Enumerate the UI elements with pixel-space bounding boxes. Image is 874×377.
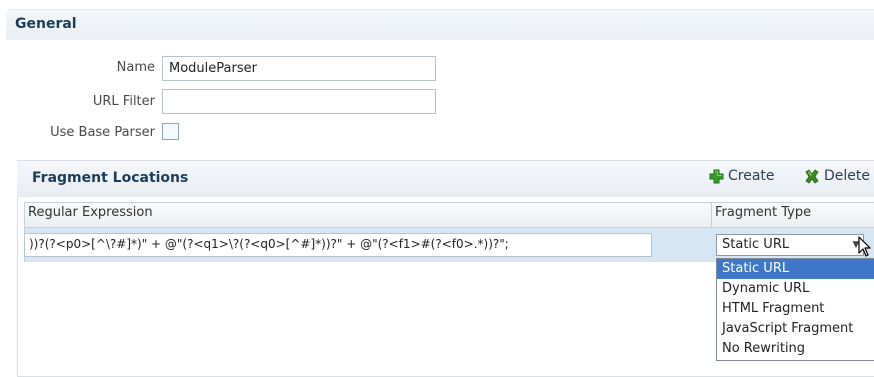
general-section-title: General	[15, 16, 77, 32]
mouse-pointer-icon	[858, 236, 872, 262]
column-header-regular-expression[interactable]: Regular Expression	[28, 205, 153, 220]
column-header-fragment-type[interactable]: Fragment Type	[715, 205, 811, 220]
option-dynamic-url[interactable]: Dynamic URL	[717, 279, 874, 299]
option-html-fragment[interactable]: HTML Fragment	[717, 299, 874, 319]
create-button[interactable]: Create	[709, 167, 775, 185]
plus-icon	[709, 169, 724, 184]
fragment-locations-title: Fragment Locations	[32, 170, 189, 186]
fragment-type-dropdown: Static URL Dynamic URL HTML Fragment Jav…	[716, 258, 874, 361]
option-no-rewriting[interactable]: No Rewriting	[717, 339, 874, 359]
name-field[interactable]	[162, 56, 436, 81]
name-label: Name	[116, 60, 155, 75]
url-filter-label: URL Filter	[92, 94, 155, 109]
regex-input[interactable]: ))?(?<p0>[^\?#]*)" + @"(?<q1>\?(?<q0>[^#…	[24, 233, 652, 257]
delete-button[interactable]: Delete	[804, 167, 870, 185]
delete-label: Delete	[824, 168, 870, 184]
fragment-type-select[interactable]: Static URL	[716, 234, 864, 256]
create-label: Create	[728, 168, 775, 184]
url-filter-field[interactable]	[162, 89, 436, 114]
general-header-bar	[6, 9, 874, 40]
use-base-parser-label: Use Base Parser	[50, 125, 155, 140]
use-base-parser-checkbox[interactable]	[162, 123, 179, 140]
x-icon	[804, 168, 820, 184]
option-javascript-fragment[interactable]: JavaScript Fragment	[717, 319, 874, 339]
option-static-url[interactable]: Static URL	[717, 259, 874, 279]
